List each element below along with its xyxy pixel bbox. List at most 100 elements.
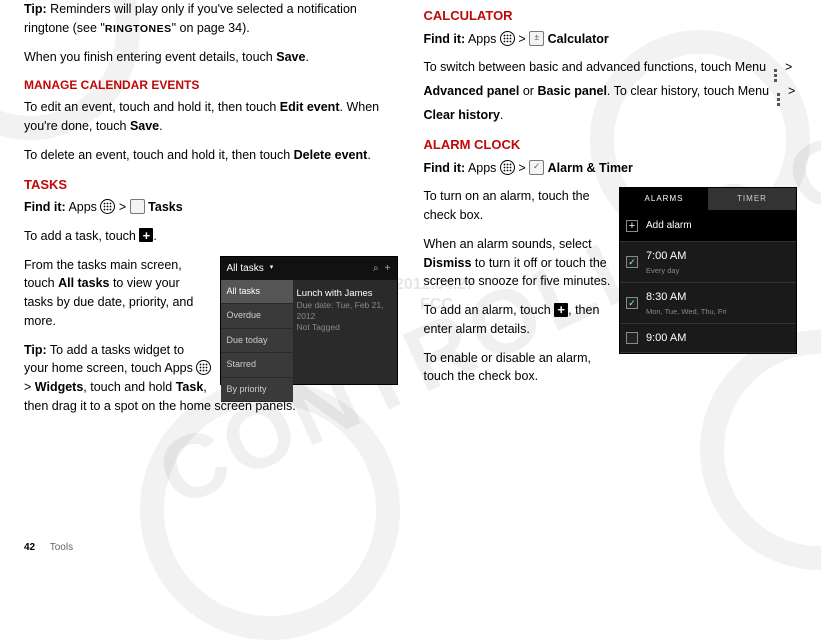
plus-icon: +: [139, 228, 153, 242]
heading-tasks: TASKS: [24, 175, 398, 195]
save-label: Save: [276, 50, 305, 64]
text: >: [518, 32, 529, 46]
section-name: Tools: [50, 542, 73, 553]
tip-reminders: Tip: Reminders will play only if you've …: [24, 0, 398, 38]
heading-alarm-clock: ALARM CLOCK: [424, 135, 798, 155]
alarm-row[interactable]: 9:00 AM: [620, 324, 796, 354]
find-it-label: Find it:: [424, 161, 466, 175]
tasks-filter-menu: All tasks Overdue Due today Starred By p…: [221, 280, 293, 403]
tip-label: Tip:: [24, 343, 47, 357]
tasks-screenshot: All tasks ▾ ⌕ + All tasks Overdue Due to…: [220, 256, 398, 385]
alarm-checkbox[interactable]: [626, 256, 638, 268]
text: or: [519, 84, 537, 98]
task-item[interactable]: Lunch with James Due date: Tue, Feb 21, …: [293, 284, 393, 337]
task-label: Task: [176, 380, 204, 394]
filter-overdue[interactable]: Overdue: [221, 304, 293, 329]
find-it-calculator: Find it: Apps > Calculator: [424, 30, 798, 49]
alarm-time: 9:00 AM: [646, 332, 686, 344]
text: Apps: [465, 161, 500, 175]
task-item-tag: Not Tagged: [297, 322, 389, 333]
text: Apps: [66, 200, 101, 214]
text: >: [24, 380, 35, 394]
text: Apps: [465, 32, 500, 46]
calculator-label: Calculator: [548, 32, 609, 46]
plus-icon: +: [554, 303, 568, 317]
search-icon[interactable]: ⌕: [373, 261, 379, 276]
find-it-alarm: Find it: Apps > Alarm & Timer: [424, 159, 798, 178]
add-alarm-label: Add alarm: [646, 218, 692, 233]
menu-icon: [770, 68, 782, 83]
calculator-app-icon: [529, 31, 544, 46]
calculator-instruction: To switch between basic and advanced fun…: [424, 58, 798, 125]
apps-icon: [196, 360, 211, 375]
text: " on page 34).: [172, 21, 250, 35]
task-item-due: Due date: Tue, Feb 21, 2012: [297, 300, 389, 322]
tip-label: Tip:: [24, 2, 47, 16]
left-column: Tip: Reminders will play only if you've …: [24, 0, 398, 426]
alarm-timer-label: Alarm & Timer: [548, 161, 633, 175]
alarm-row[interactable]: 8:30 AM Mon, Tue, Wed, Thu, Fri: [620, 283, 796, 324]
all-tasks-label: All tasks: [58, 276, 109, 290]
basic-panel-label: Basic panel: [537, 84, 606, 98]
heading-manage-events: MANAGE CALENDAR EVENTS: [24, 76, 398, 94]
add-task-instruction: To add a task, touch +.: [24, 227, 398, 246]
task-item-title: Lunch with James: [297, 288, 389, 300]
delete-event-label: Delete event: [294, 148, 368, 162]
edit-event-label: Edit event: [280, 100, 340, 114]
filter-starred[interactable]: Starred: [221, 353, 293, 378]
apps-icon: [100, 199, 115, 214]
text: .: [367, 148, 370, 162]
text: When you finish entering event details, …: [24, 50, 276, 64]
filter-all-tasks[interactable]: All tasks: [221, 280, 293, 305]
tasks-app-icon: [130, 199, 145, 214]
find-it-tasks: Find it: Apps > Tasks: [24, 198, 398, 217]
text: , touch and hold: [83, 380, 175, 394]
text: To edit an event, touch and hold it, the…: [24, 100, 280, 114]
alarm-time: 8:30 AM: [646, 291, 686, 303]
text: .: [305, 50, 308, 64]
text: .: [500, 108, 503, 122]
text: To switch between basic and advanced fun…: [424, 60, 770, 74]
tasks-shot-header: All tasks ▾ ⌕ +: [221, 257, 397, 280]
filter-by-priority[interactable]: By priority: [221, 378, 293, 403]
text: >: [788, 84, 795, 98]
text: To delete an event, touch and hold it, t…: [24, 148, 294, 162]
plus-icon: +: [626, 220, 638, 232]
tab-timer[interactable]: TIMER: [708, 188, 796, 210]
text: .: [159, 119, 162, 133]
widgets-label: Widgets: [35, 380, 84, 394]
alarm-checkbox[interactable]: [626, 332, 638, 344]
find-it-label: Find it:: [24, 200, 66, 214]
alarm-time: 7:00 AM: [646, 250, 686, 262]
right-column: CALCULATOR Find it: Apps > Calculator To…: [424, 0, 798, 426]
apps-icon: [500, 31, 515, 46]
save-label: Save: [130, 119, 159, 133]
apps-icon: [500, 160, 515, 175]
dismiss-label: Dismiss: [424, 256, 472, 270]
text: .: [153, 229, 156, 243]
text: >: [119, 200, 130, 214]
ringtones-ref: RINGTONES: [105, 23, 172, 35]
text: To add a tasks widget to your home scree…: [24, 343, 196, 376]
page-number: 42: [24, 542, 35, 553]
menu-icon: [773, 92, 785, 107]
tasks-shot-title: All tasks: [227, 261, 264, 276]
alarm-repeat: Mon, Tue, Wed, Thu, Fri: [646, 306, 790, 317]
alarm-app-icon: [529, 160, 544, 175]
filter-due-today[interactable]: Due today: [221, 329, 293, 354]
alarm-row[interactable]: 7:00 AM Every day: [620, 242, 796, 283]
add-icon[interactable]: +: [385, 261, 391, 276]
tab-alarms[interactable]: ALARMS: [620, 188, 708, 210]
heading-calculator: CALCULATOR: [424, 6, 798, 26]
add-alarm-button[interactable]: + Add alarm: [620, 210, 796, 242]
save-instruction: When you finish entering event details, …: [24, 48, 398, 67]
clear-history-label: Clear history: [424, 108, 500, 122]
text: When an alarm sounds, select: [424, 237, 592, 251]
alarm-checkbox[interactable]: [626, 297, 638, 309]
alarm-repeat: Every day: [646, 265, 790, 276]
edit-event-instruction: To edit an event, touch and hold it, the…: [24, 98, 398, 136]
text: To add a task, touch: [24, 229, 139, 243]
text: >: [518, 161, 529, 175]
text: . To clear history, touch Menu: [607, 84, 773, 98]
text: >: [785, 60, 792, 74]
